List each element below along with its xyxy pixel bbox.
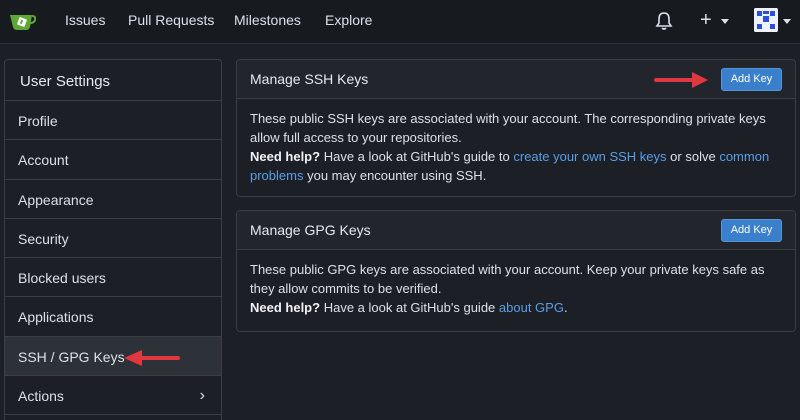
sidebar-item-appearance[interactable]: Appearance [5,180,221,219]
ssh-keys-panel: Manage SSH Keys Add Key These public SSH… [236,59,796,197]
sidebar-item-ssh-gpg-keys[interactable]: SSH / GPG Keys [5,336,221,377]
sidebar-item-label: Security [18,230,69,247]
sidebar-item-label: Appearance [18,191,94,208]
gpg-panel-title: Manage GPG Keys [250,222,371,238]
settings-sidebar: User Settings Profile Account Appearance… [4,59,222,420]
create-ssh-keys-link[interactable]: create your own SSH keys [513,149,666,164]
nav-explore[interactable]: Explore [325,12,372,28]
ssh-help-text: Have a look at GitHub's guide to [323,149,510,164]
ssh-panel-body: These public SSH keys are associated wit… [237,99,795,185]
sidebar-item-label: Account [18,152,69,169]
gpg-help-label: Need help? [250,300,321,315]
ssh-panel-title: Manage SSH Keys [250,71,369,87]
gpg-panel-header: Manage GPG Keys Add Key [237,211,795,250]
bell-icon[interactable] [655,11,673,31]
add-gpg-key-button[interactable]: Add Key [721,219,782,242]
sidebar-item-label: SSH / GPG Keys [18,348,125,365]
add-ssh-key-button[interactable]: Add Key [721,68,782,91]
ssh-help-post: you may encounter using SSH. [307,168,487,183]
ssh-help-mid: or solve [670,149,716,164]
annotation-arrow-left-icon [124,350,180,366]
sidebar-item-security[interactable]: Security [5,219,221,259]
sidebar-item-label: Profile [18,113,58,129]
sidebar-item-applications[interactable]: Applications [5,297,221,337]
nav-milestones[interactable]: Milestones [234,12,301,28]
ssh-help-label: Need help? [250,149,321,164]
top-navbar: Issues Pull Requests Milestones Explore … [0,0,800,44]
chevron-right-icon: › [199,387,205,405]
gpg-panel-body: These public GPG keys are associated wit… [237,250,795,317]
sidebar-item-account[interactable]: Account [5,140,221,180]
gpg-help-post: . [563,300,568,315]
about-gpg-link[interactable]: about GPG [499,300,564,315]
gpg-description: These public GPG keys are associated wit… [250,262,765,296]
nav-issues[interactable]: Issues [65,12,105,28]
gpg-help-text: Have a look at GitHub's guide [323,300,496,315]
annotation-arrow-right-icon [654,72,708,88]
sidebar-item-label: Applications [18,309,94,326]
sidebar-item-actions[interactable]: Actions › [5,376,221,416]
avatar[interactable] [754,8,778,32]
sidebar-item-label: Actions [18,388,64,405]
gpg-keys-panel: Manage GPG Keys Add Key These public GPG… [236,210,796,332]
chevron-down-icon[interactable] [721,19,729,24]
avatar-chevron-down-icon[interactable] [783,19,791,24]
sidebar-item-blocked-users[interactable]: Blocked users [5,258,221,298]
ssh-description: These public SSH keys are associated wit… [250,111,766,145]
nav-pull-requests[interactable]: Pull Requests [128,12,214,28]
sidebar-item-profile[interactable]: Profile [5,101,221,141]
sidebar-title: User Settings [5,60,221,101]
sidebar-item-label: Blocked users [18,270,106,287]
gitea-logo-icon[interactable] [8,9,37,33]
create-menu-button[interactable]: + [700,9,712,31]
